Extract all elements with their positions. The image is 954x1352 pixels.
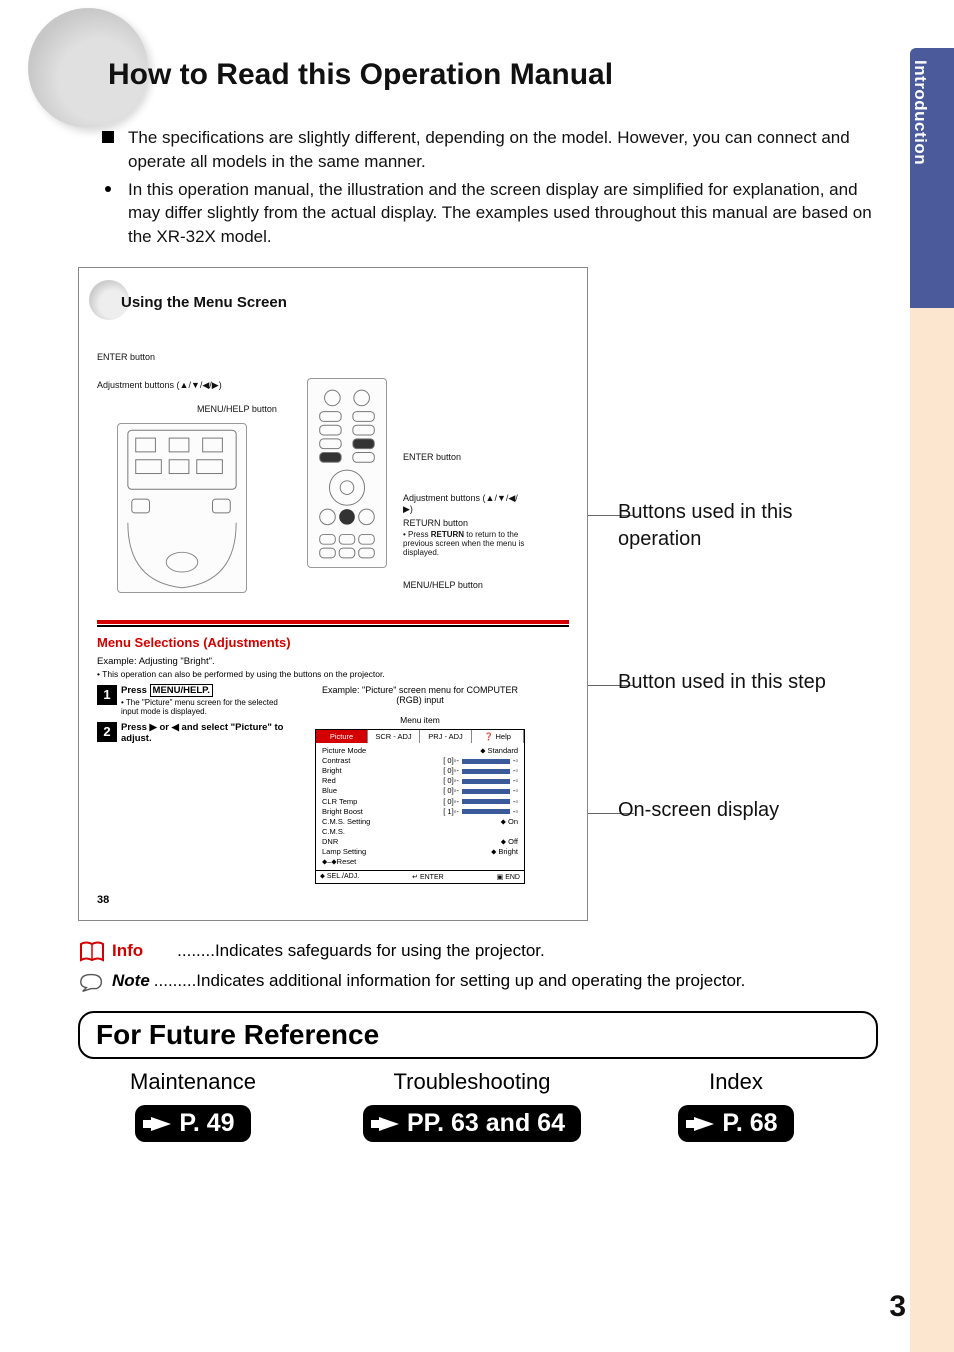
- menu-tab-picture: Picture: [316, 730, 368, 743]
- section-tab: Introduction: [910, 48, 954, 308]
- legend-info-row: Info ........Indicates safeguards for us…: [78, 941, 878, 963]
- legend-info-label: Info: [112, 941, 143, 961]
- menu-caption: Example: "Picture" screen menu for COMPU…: [315, 685, 525, 705]
- intro-list: The specifications are slightly differen…: [102, 126, 878, 249]
- label-menu-help-r: MENU/HELP button: [403, 580, 483, 590]
- projector-icon: [118, 424, 246, 592]
- remote-illustration: [307, 378, 387, 568]
- red-divider: [97, 620, 569, 624]
- label-return-note: • Press RETURN to return to the previous…: [403, 530, 533, 557]
- step-1-text: Press MENU/HELP.: [121, 685, 297, 696]
- step-1-sub: • The "Picture" menu screen for the sele…: [121, 698, 297, 716]
- example-source-page: 38: [97, 894, 569, 906]
- menu-tab-prj: PRJ - ADJ: [420, 730, 472, 743]
- adjustments-note: • This operation can also be performed b…: [97, 669, 569, 679]
- remote-icon: [308, 379, 386, 567]
- square-bullet-icon: [102, 131, 114, 143]
- step-2-text: Press ▶ or ◀ and select "Picture" to adj…: [121, 722, 297, 744]
- callout-1: Buttons used in this operation: [618, 499, 878, 553]
- menu-tab-scr: SCR - ADJ: [368, 730, 420, 743]
- book-icon: [78, 941, 106, 963]
- legend-note-text: .........Indicates additional informatio…: [154, 971, 746, 991]
- menu-row: Red[ 0]▫--▫: [322, 776, 518, 786]
- page-content: How to Read this Operation Manual The sp…: [78, 58, 878, 1142]
- legend-section: Info ........Indicates safeguards for us…: [78, 941, 878, 993]
- intro-item-text: In this operation manual, the illustrati…: [128, 178, 878, 249]
- future-reference-title: For Future Reference: [96, 1019, 860, 1051]
- mini-title-graphic: Using the Menu Screen: [97, 288, 569, 322]
- callout-2: Button used in this step: [618, 669, 826, 696]
- adjustments-heading: Menu Selections (Adjustments): [97, 635, 569, 650]
- future-troubleshooting-label: Troubleshooting: [332, 1069, 612, 1095]
- menu-tab-help: ❓ Help: [472, 730, 524, 743]
- legend-note-row: Note .........Indicates additional infor…: [78, 971, 878, 993]
- dot-bullet-icon: [105, 186, 111, 192]
- arrow-right-icon: [151, 1117, 171, 1131]
- menu-row: ⬥–⬥Reset: [322, 857, 518, 867]
- label-menu-help: MENU/HELP button: [197, 404, 277, 414]
- menu-footer: ⬥ SEL./ADJ. ↵ ENTER ▣ END: [316, 870, 524, 883]
- legend-info-text: ........Indicates safeguards for using t…: [177, 941, 545, 961]
- adjustments-example-line: Example: Adjusting "Bright".: [97, 656, 569, 667]
- menu-row: Lamp Setting⬥ Bright: [322, 847, 518, 857]
- menu-row: Contrast[ 0]▫--▫: [322, 756, 518, 766]
- menu-row: Picture Mode⬥ Standard: [322, 746, 518, 756]
- projector-illustration: [117, 423, 247, 593]
- future-reference-grid: Maintenance P. 49 Troubleshooting PP. 63…: [78, 1069, 878, 1142]
- step-number-icon: 1: [97, 685, 117, 705]
- menu-row: Bright[ 0]▫--▫: [322, 766, 518, 776]
- steps-area: 1 Press MENU/HELP. • The "Picture" menu …: [97, 685, 569, 885]
- legend-note-label: Note: [112, 971, 150, 991]
- step-number-icon: 2: [97, 722, 117, 742]
- title-graphic: How to Read this Operation Manual: [78, 58, 878, 108]
- future-maintenance-page[interactable]: P. 49: [135, 1105, 250, 1142]
- page-number: 3: [889, 1290, 906, 1324]
- label-adjustment-buttons: Adjustment buttons (▲/▼/◀/▶): [97, 380, 222, 391]
- menu-row: Bright Boost[ 1]▫--▫: [322, 807, 518, 817]
- note-icon: [78, 971, 106, 993]
- example-panel: Using the Menu Screen ENTER button Adjus…: [78, 267, 588, 922]
- page-title: How to Read this Operation Manual: [108, 58, 613, 92]
- menu-row: Blue[ 0]▫--▫: [322, 786, 518, 796]
- label-return-button: RETURN button: [403, 518, 468, 528]
- future-maintenance-label: Maintenance: [78, 1069, 308, 1095]
- intro-item-text: The specifications are slightly differen…: [128, 126, 878, 174]
- menu-screen: Picture SCR - ADJ PRJ - ADJ ❓ Help Pictu…: [315, 729, 525, 885]
- menu-row: DNR⬥ Off: [322, 837, 518, 847]
- intro-item: In this operation manual, the illustrati…: [102, 178, 878, 249]
- menu-screenshot-column: Example: "Picture" screen menu for COMPU…: [315, 685, 525, 885]
- callout-3: On-screen display: [618, 797, 779, 824]
- future-col-maintenance: Maintenance P. 49: [78, 1069, 308, 1142]
- future-col-troubleshooting: Troubleshooting PP. 63 and 64: [332, 1069, 612, 1142]
- label-enter-button: ENTER button: [97, 352, 155, 362]
- menu-row: C.M.S. Setting⬥ On: [322, 817, 518, 827]
- future-reference-box: For Future Reference: [78, 1011, 878, 1059]
- future-index-page[interactable]: P. 68: [678, 1105, 793, 1142]
- future-troubleshooting-page[interactable]: PP. 63 and 64: [363, 1105, 581, 1142]
- arrow-right-icon: [694, 1117, 714, 1131]
- step-1: 1 Press MENU/HELP. • The "Picture" menu …: [97, 685, 297, 716]
- diagram-area: ENTER button Adjustment buttons (▲/▼/◀/▶…: [97, 348, 569, 608]
- future-index-label: Index: [636, 1069, 836, 1095]
- side-strip: [910, 308, 954, 1352]
- label-adjustment-buttons-r: Adjustment buttons (▲/▼/◀/▶): [403, 493, 523, 515]
- menu-row: CLR Temp[ 0]▫--▫: [322, 797, 518, 807]
- menu-row: C.M.S.: [322, 827, 518, 837]
- menu-item-label: Menu item: [315, 715, 525, 725]
- arrow-right-icon: [379, 1117, 399, 1131]
- black-divider: [97, 625, 569, 627]
- intro-item: The specifications are slightly differen…: [102, 126, 878, 174]
- example-title: Using the Menu Screen: [121, 294, 287, 311]
- step-2: 2 Press ▶ or ◀ and select "Picture" to a…: [97, 722, 297, 744]
- section-tab-label: Introduction: [910, 48, 930, 165]
- label-enter-button-r: ENTER button: [403, 452, 461, 462]
- future-col-index: Index P. 68: [636, 1069, 836, 1142]
